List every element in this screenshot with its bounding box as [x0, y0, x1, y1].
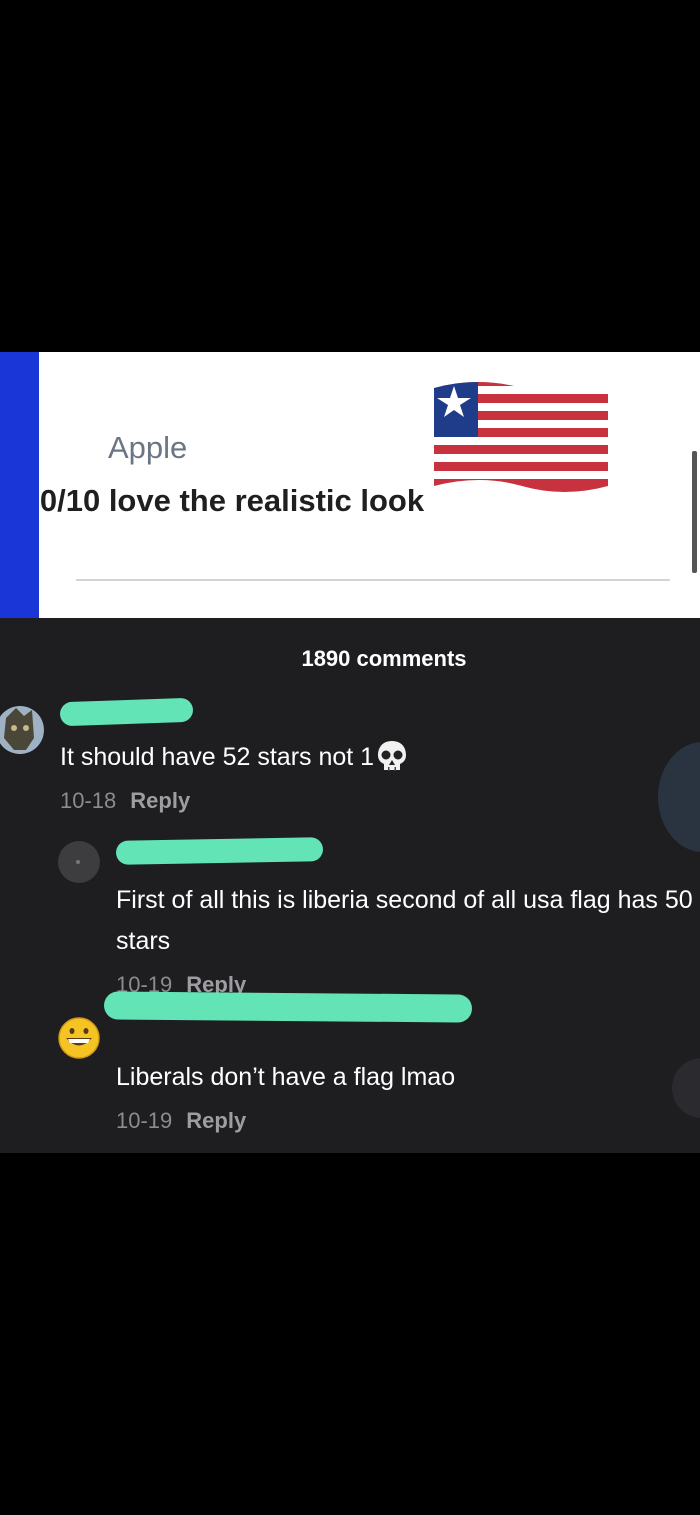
post-caption: 0/10 love the realistic look	[39, 483, 425, 518]
redacted-username	[59, 697, 194, 727]
divider-line	[76, 579, 670, 581]
skull-emoji-icon	[378, 741, 407, 771]
commenter-avatar[interactable]	[58, 841, 100, 883]
blurred-icon-background	[672, 1058, 700, 1118]
comment-date: 10-18	[60, 788, 117, 813]
bottom-black-area	[0, 1153, 700, 1515]
scroll-indicator[interactable]	[692, 451, 697, 573]
blurred-avatar-background	[658, 742, 700, 852]
redacted-username	[103, 991, 473, 1023]
comment-meta: 10-18 Reply	[60, 788, 190, 814]
top-black-area	[0, 0, 700, 352]
reply-button[interactable]: Reply	[130, 788, 190, 813]
comment-date: 10-19	[116, 1108, 173, 1133]
post-author: Apple	[108, 430, 188, 465]
liberia-flag-icon	[434, 382, 608, 492]
post-card: Apple 0/10 love the realistic look	[0, 352, 700, 618]
comments-count: 1890 comments	[301, 646, 467, 671]
grinning-emoji-avatar[interactable]	[58, 1017, 100, 1059]
commenter-avatar[interactable]	[0, 698, 44, 762]
comments-panel: 1890 comments It should have 52 stars no…	[0, 618, 700, 1153]
redacted-username	[115, 837, 324, 865]
comment-text: It should have 52 stars not 1	[60, 737, 408, 778]
comment-meta: 10-19 Reply	[116, 1108, 246, 1134]
reply-button[interactable]: Reply	[186, 1108, 246, 1133]
avatar-dot	[76, 860, 80, 864]
comment-text: First of all this is liberia second of a…	[116, 886, 693, 955]
comment-text: Liberals don’t have a flag lmao	[116, 1063, 456, 1091]
